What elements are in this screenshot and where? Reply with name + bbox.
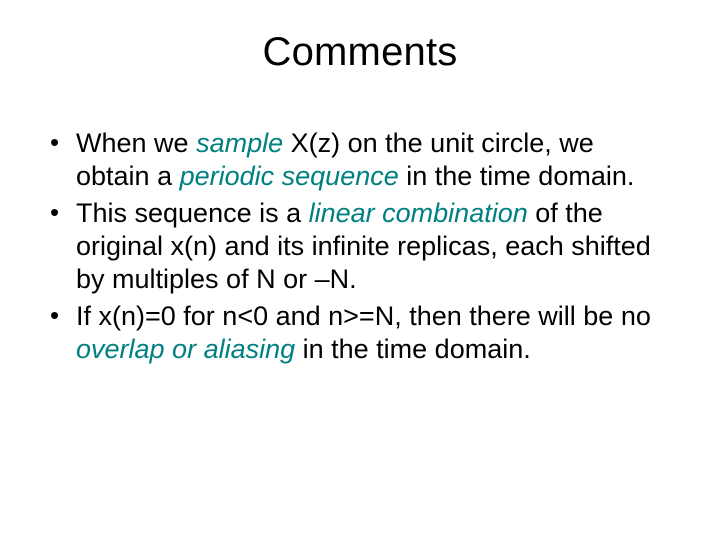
- emphasis-text: overlap or aliasing: [76, 334, 295, 364]
- body-text: in the time domain.: [295, 334, 531, 364]
- body-text: This sequence is a: [76, 198, 309, 228]
- emphasis-text: linear combination: [309, 198, 528, 228]
- bullet-item: When we sample X(z) on the unit circle, …: [48, 127, 672, 193]
- bullet-item: If x(n)=0 for n<0 and n>=N, then there w…: [48, 300, 672, 366]
- bullet-item: This sequence is a linear combination of…: [48, 197, 672, 296]
- body-text: If x(n)=0 for n<0 and n>=N, then there w…: [76, 301, 658, 331]
- body-text: When we: [76, 128, 196, 158]
- bullet-list: When we sample X(z) on the unit circle, …: [48, 127, 672, 366]
- emphasis-text: sample: [196, 128, 283, 158]
- slide-title: Comments: [48, 30, 672, 75]
- emphasis-text: periodic sequence: [180, 161, 399, 191]
- slide: Comments When we sample X(z) on the unit…: [0, 0, 720, 540]
- body-text: in the time domain.: [399, 161, 635, 191]
